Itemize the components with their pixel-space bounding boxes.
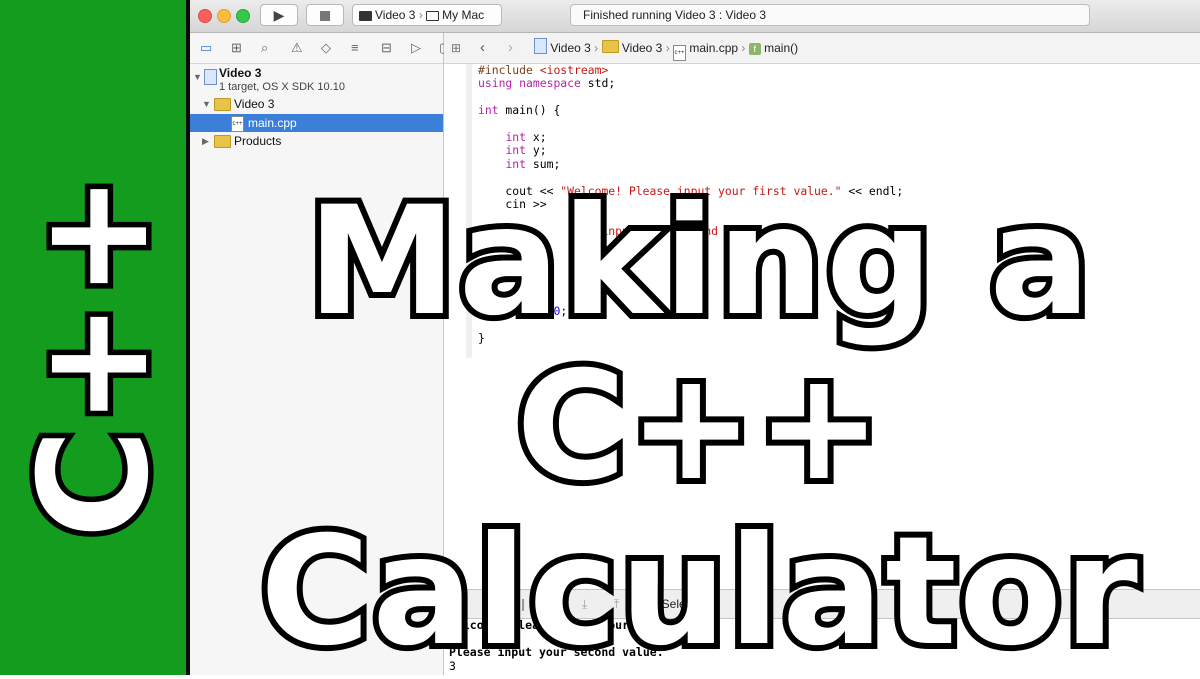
- code-line: int y;: [505, 143, 547, 158]
- disclosure-down-icon[interactable]: ▼: [193, 68, 202, 86]
- folder-icon[interactable]: ▭: [200, 40, 212, 56]
- chevron-right-icon: ›: [594, 41, 599, 55]
- chevron-right-icon: ›: [741, 41, 746, 55]
- products-name: Products: [234, 134, 282, 148]
- monitor-icon: [426, 10, 440, 21]
- navigator-selector-bar: ▭ ⊞ ⌕ ⚠ ◇ ≡ ⊟ ▷ ▢: [190, 33, 451, 64]
- breakpoint-list-icon[interactable]: ⊟: [381, 40, 392, 56]
- forward-arrow-icon[interactable]: ›: [508, 33, 513, 63]
- scheme-device: My Mac: [442, 8, 485, 22]
- project-file-icon: [204, 69, 217, 85]
- folder-icon: [601, 40, 619, 53]
- code-line: int sum;: [505, 156, 561, 171]
- file-name: main.cpp: [248, 116, 297, 130]
- minimize-window-button[interactable]: [217, 9, 231, 23]
- folder-icon: [214, 135, 231, 148]
- stop-button[interactable]: [306, 4, 344, 26]
- stop-icon: [320, 11, 330, 22]
- breadcrumb-file[interactable]: main.cpp: [689, 41, 738, 55]
- scheme-selector[interactable]: Video 3 › My Mac: [352, 4, 502, 26]
- project-name: Video 3: [219, 66, 262, 80]
- breadcrumb-project[interactable]: Video 3: [550, 41, 590, 55]
- scheme-target: Video 3: [375, 8, 416, 22]
- test-diamond-icon[interactable]: ◇: [321, 40, 331, 56]
- code-line: #include <iostream>: [478, 63, 609, 77]
- breadcrumb-function[interactable]: main(): [764, 41, 798, 55]
- app-icon: [359, 10, 372, 21]
- back-arrow-icon[interactable]: ‹: [480, 33, 485, 63]
- hierarchy-icon[interactable]: ⊞: [231, 40, 242, 56]
- run-button[interactable]: ▶: [260, 4, 298, 26]
- close-window-button[interactable]: [198, 9, 212, 23]
- debug-gauge-icon[interactable]: ≡: [351, 40, 359, 56]
- search-icon[interactable]: ⌕: [261, 40, 268, 56]
- window-toolbar: ▶ Video 3 › My Mac Finished running Vide…: [190, 0, 1200, 33]
- disclosure-down-icon[interactable]: ▼: [202, 95, 211, 113]
- folder-icon: [214, 98, 231, 111]
- side-banner: C++: [0, 0, 190, 675]
- project-row[interactable]: ▼ Video 3 1 target, OS X SDK 10.10: [190, 66, 443, 96]
- chevron-right-icon: ›: [665, 41, 670, 55]
- jump-bar: ⊞ ‹ › Video 3 › Video 3 › c++ main.cpp ›…: [444, 33, 1200, 64]
- project-file-icon: [534, 38, 547, 54]
- group-name: Video 3: [234, 97, 275, 111]
- breadcrumb: Video 3 › Video 3 › c++ main.cpp › f mai…: [534, 33, 798, 63]
- breadcrumb-group[interactable]: Video 3: [622, 41, 662, 55]
- file-row-main-cpp[interactable]: c++ main.cpp: [190, 114, 443, 132]
- play-icon: ▶: [273, 7, 285, 23]
- group-row-products[interactable]: ▶ Products: [190, 132, 443, 150]
- code-line: int main() {: [478, 103, 561, 118]
- group-row-video3[interactable]: ▼ Video 3: [190, 95, 443, 113]
- function-icon: f: [748, 43, 761, 55]
- banner-text: C++: [3, 166, 188, 544]
- project-subtitle: 1 target, OS X SDK 10.10: [219, 81, 345, 93]
- warning-icon[interactable]: ⚠: [291, 40, 303, 56]
- chevron-right-icon: ›: [418, 8, 423, 22]
- overlay-title: Making a C++ Calculator: [200, 174, 1200, 679]
- title-line-1: Making a C++: [301, 174, 1096, 516]
- cpp-file-icon: c++: [231, 116, 244, 132]
- tag-icon[interactable]: ▷: [411, 40, 421, 56]
- code-line: int x;: [505, 130, 547, 145]
- disclosure-right-icon[interactable]: ▶: [202, 132, 209, 150]
- cpp-file-icon: c++: [673, 45, 687, 61]
- code-line: using namespace std;: [478, 76, 616, 91]
- title-line-2: Calculator: [254, 504, 1144, 679]
- related-items-icon[interactable]: ⊞: [451, 33, 461, 63]
- activity-status: Finished running Video 3 : Video 3: [570, 4, 1090, 26]
- zoom-window-button[interactable]: [236, 9, 250, 23]
